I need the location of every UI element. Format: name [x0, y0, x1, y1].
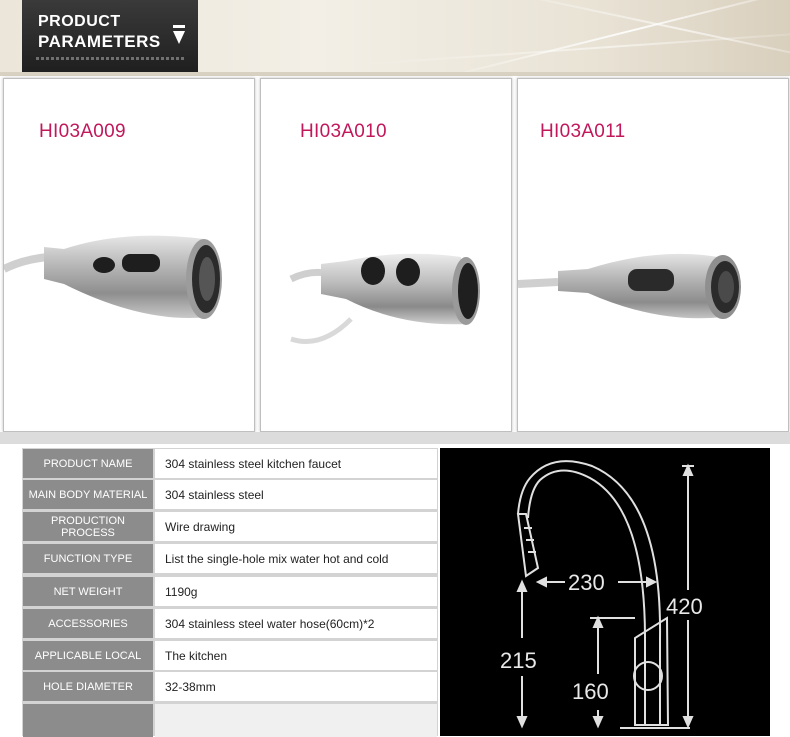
spec-label: HOLE DIAMETER [23, 672, 153, 701]
banner-light-streak [360, 28, 790, 66]
spec-label: NET WEIGHT [23, 577, 153, 606]
product-card: HI03A010 [260, 78, 512, 432]
table-row: PRODUCT NAME 304 stainless steel kitchen… [22, 448, 438, 478]
dimension-spout-height-label: 215 [500, 648, 537, 673]
section-divider [0, 432, 790, 444]
header-banner: PRODUCT PARAMETERS [0, 0, 790, 72]
table-row: HOLE DIAMETER 32-38mm [22, 671, 438, 701]
spec-value: List the single-hole mix water hot and c… [155, 544, 437, 573]
table-row: FUNCTION TYPE List the single-hole mix w… [22, 543, 438, 573]
dimension-reach-label: 230 [568, 570, 605, 595]
dimension-total-height-label: 420 [666, 594, 703, 619]
section-title-line1: PRODUCT [38, 13, 121, 30]
table-row: MAIN BODY MATERIAL 304 stainless steel [22, 479, 438, 509]
sprayer-head-image [289, 253, 480, 344]
spec-value: 1190g [155, 577, 437, 606]
spec-table: PRODUCT NAME 304 stainless steel kitchen… [22, 448, 438, 737]
banner-divider [0, 72, 790, 76]
spec-value: Wire drawing [155, 512, 437, 541]
table-row: PRODUCTION PROCESS Wire drawing [22, 511, 438, 541]
spec-value: 304 stainless steel kitchen faucet [155, 449, 437, 478]
table-row: ACCESSORIES 304 stainless steel water ho… [22, 608, 438, 638]
spec-value [155, 704, 437, 737]
section-title-line2: PARAMETERS [38, 32, 161, 51]
dimension-body-height-label: 160 [572, 679, 609, 704]
sprayer-head-image [4, 235, 222, 319]
spec-label: ACCESSORIES [23, 609, 153, 638]
spec-label [23, 704, 153, 737]
product-card: HI03A009 [3, 78, 255, 432]
spec-label: PRODUCT NAME [23, 449, 153, 478]
spec-value: 32-38mm [155, 672, 437, 701]
spec-label: APPLICABLE LOCAL [23, 641, 153, 670]
table-row: NET WEIGHT 1190g [22, 576, 438, 606]
spec-value: 304 stainless steel [155, 480, 437, 509]
section-title-tag: PRODUCT PARAMETERS [22, 0, 198, 72]
table-row [22, 703, 438, 737]
spec-label: FUNCTION TYPE [23, 544, 153, 573]
spec-label: PRODUCTION PROCESS [23, 512, 153, 541]
sprayer-head-image [518, 253, 741, 319]
spec-value: 304 stainless steel water hose(60cm)*2 [155, 609, 437, 638]
dimension-drawing: 230 420 215 160 [440, 448, 770, 736]
product-card: HI03A011 [517, 78, 789, 432]
spec-value: The kitchen [155, 641, 437, 670]
chevron-down-icon [173, 25, 185, 44]
table-row: APPLICABLE LOCAL The kitchen [22, 640, 438, 670]
banner-light-streak [425, 0, 790, 72]
spec-label: MAIN BODY MATERIAL [23, 480, 153, 509]
tag-fine-print [36, 57, 186, 60]
